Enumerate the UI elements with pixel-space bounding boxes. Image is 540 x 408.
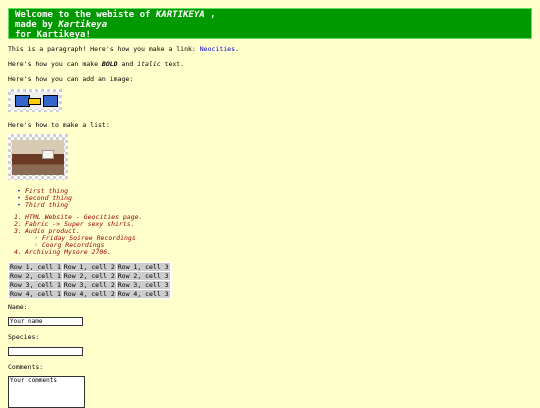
- header-prefix: Welcome to the webiste of: [15, 10, 156, 20]
- species-field[interactable]: [8, 347, 83, 356]
- table-cell: Row 3, cell 2: [61, 280, 117, 290]
- table-cell: Row 1, cell 1: [8, 262, 63, 272]
- table-cell: Row 4, cell 1: [8, 289, 63, 299]
- intro-paragraph: This is a paragraph! Here's how you make…: [8, 45, 239, 53]
- list-item: Third thing: [14, 202, 72, 210]
- list-item: 4. Archiving Mysore 2706.: [14, 249, 142, 256]
- envelope-icon: [28, 98, 41, 105]
- room-photo: [8, 134, 68, 180]
- list-item-text: Archiving Mysore 2706.: [25, 248, 112, 256]
- header-for-line: for Kartikeya!: [15, 30, 91, 40]
- table-cell: Row 3, cell 1: [8, 280, 63, 290]
- italic-word: italic: [137, 60, 161, 68]
- table-row: Row 4, cell 1 Row 4, cell 2 Row 4, cell …: [8, 289, 171, 299]
- table-row: Row 2, cell 1 Row 2, cell 2 Row 2, cell …: [8, 271, 171, 281]
- lamp-shape: [42, 150, 54, 159]
- intro-text: This is a paragraph! Here's how you make…: [8, 45, 200, 53]
- table-cell: Row 4, cell 3: [115, 289, 171, 299]
- table-cell: Row 3, cell 3: [115, 280, 171, 290]
- table-cell: Row 2, cell 2: [61, 271, 117, 281]
- neocities-link[interactable]: Neocities: [200, 45, 235, 53]
- header-site-name: KARTIKEYA: [155, 10, 205, 20]
- page: Welcome to the webiste of KARTIKEYA , ma…: [0, 0, 540, 408]
- comments-field[interactable]: Your comments: [8, 376, 85, 408]
- image-paragraph: Here's how you can add an image:: [8, 75, 134, 83]
- bold-word: BOLD: [101, 60, 118, 68]
- bullet-list: First thing Second thing Third thing: [14, 188, 72, 210]
- table-row: Row 3, cell 1 Row 3, cell 2 Row 3, cell …: [8, 280, 171, 290]
- room-photo-image: [12, 140, 64, 175]
- list-number: 3.: [14, 227, 22, 235]
- computers-image: [8, 89, 62, 112]
- table-cell: Row 1, cell 2: [61, 262, 117, 272]
- table-cell: Row 2, cell 3: [115, 271, 171, 281]
- comments-label: Comments:: [8, 363, 44, 371]
- header-comma: ,: [204, 10, 216, 20]
- intro-end: .: [235, 45, 239, 53]
- data-table: Row 1, cell 1 Row 1, cell 2 Row 1, cell …: [8, 262, 171, 299]
- computers-image-canvas: [11, 92, 59, 109]
- bold-pre: Here's how you can make: [8, 60, 102, 68]
- computer-icon: [43, 95, 58, 107]
- bold-italic-paragraph: Here's how you can make BOLD and italic …: [8, 60, 184, 68]
- list-paragraph: Here's how to make a list:: [8, 121, 110, 129]
- table-cell: Row 1, cell 3: [115, 262, 171, 272]
- header-author: Kartikeya: [58, 20, 108, 30]
- bold-post: text.: [160, 60, 185, 68]
- name-field[interactable]: [8, 317, 83, 326]
- table-cell: Row 2, cell 1: [8, 271, 63, 281]
- species-label: Species:: [8, 333, 40, 341]
- header-made-by: made by: [15, 20, 59, 30]
- name-label: Name:: [8, 303, 28, 311]
- table-cell: Row 4, cell 2: [61, 289, 117, 299]
- table-row: Row 1, cell 1 Row 1, cell 2 Row 1, cell …: [8, 262, 171, 272]
- bold-mid: and: [117, 60, 138, 68]
- ordered-list: 1. HTML Website - Geocities page. 2. Fabri…: [14, 214, 142, 256]
- list-number: 4.: [14, 248, 22, 256]
- site-header: Welcome to the webiste of KARTIKEYA , ma…: [8, 8, 532, 40]
